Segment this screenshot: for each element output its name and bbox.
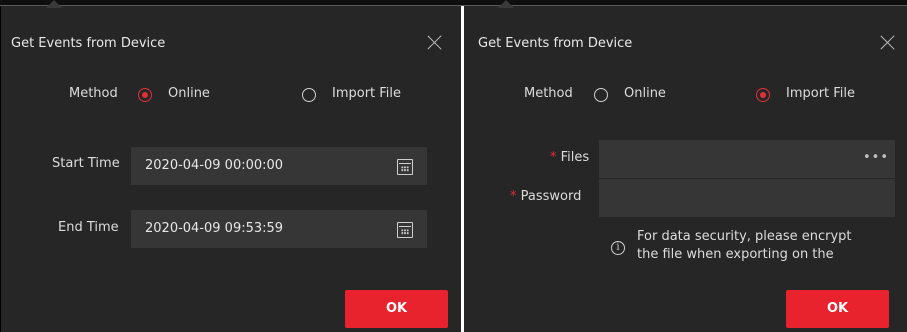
dialog-import-file: Get Events from Device Method Online Imp… [464, 0, 907, 332]
security-note: For data security, please encrypt the fi… [637, 228, 897, 264]
info-icon: i [611, 241, 625, 255]
required-mark: * [510, 189, 517, 204]
required-mark: * [550, 150, 557, 165]
radio-online-label[interactable]: Online [168, 86, 210, 101]
browse-button[interactable]: ••• [863, 150, 889, 165]
security-note-line2: the file when exporting on the [637, 247, 834, 262]
start-time-label: Start Time [52, 156, 120, 171]
method-label: Method [69, 86, 118, 101]
start-time-field[interactable]: 2020-04-09 00:00:00 [131, 147, 427, 185]
calendar-icon[interactable] [397, 222, 413, 238]
ok-button[interactable]: OK [786, 290, 889, 328]
radio-import-file-label[interactable]: Import File [786, 86, 855, 101]
dialog-pointer [498, 0, 514, 8]
files-label: * Files [550, 150, 589, 165]
end-time-value: 2020-04-09 09:53:59 [145, 221, 284, 236]
dialog-pointer [46, 0, 62, 8]
radio-import-file[interactable] [756, 88, 770, 102]
security-note-line1: For data security, please encrypt [637, 229, 852, 244]
ok-button[interactable]: OK [345, 290, 448, 328]
close-icon[interactable] [879, 33, 897, 51]
files-label-text: Files [560, 150, 590, 165]
start-time-value: 2020-04-09 00:00:00 [145, 158, 284, 173]
close-icon[interactable] [426, 33, 444, 51]
method-label: Method [524, 86, 573, 101]
password-field[interactable] [599, 179, 895, 217]
radio-online[interactable] [594, 88, 608, 102]
radio-online[interactable] [138, 88, 152, 102]
dialog-online: Get Events from Device Method Online Imp… [0, 0, 461, 332]
radio-import-file-label[interactable]: Import File [332, 86, 401, 101]
radio-import-file[interactable] [302, 88, 316, 102]
password-label: * Password [510, 189, 581, 204]
dialog-title: Get Events from Device [478, 36, 633, 51]
password-label-text: Password [520, 189, 582, 204]
calendar-icon[interactable] [397, 159, 413, 175]
files-field[interactable] [599, 140, 895, 178]
end-time-label: End Time [58, 220, 119, 235]
dialog-title: Get Events from Device [11, 36, 166, 51]
end-time-field[interactable]: 2020-04-09 09:53:59 [131, 210, 427, 248]
radio-online-label[interactable]: Online [624, 86, 666, 101]
